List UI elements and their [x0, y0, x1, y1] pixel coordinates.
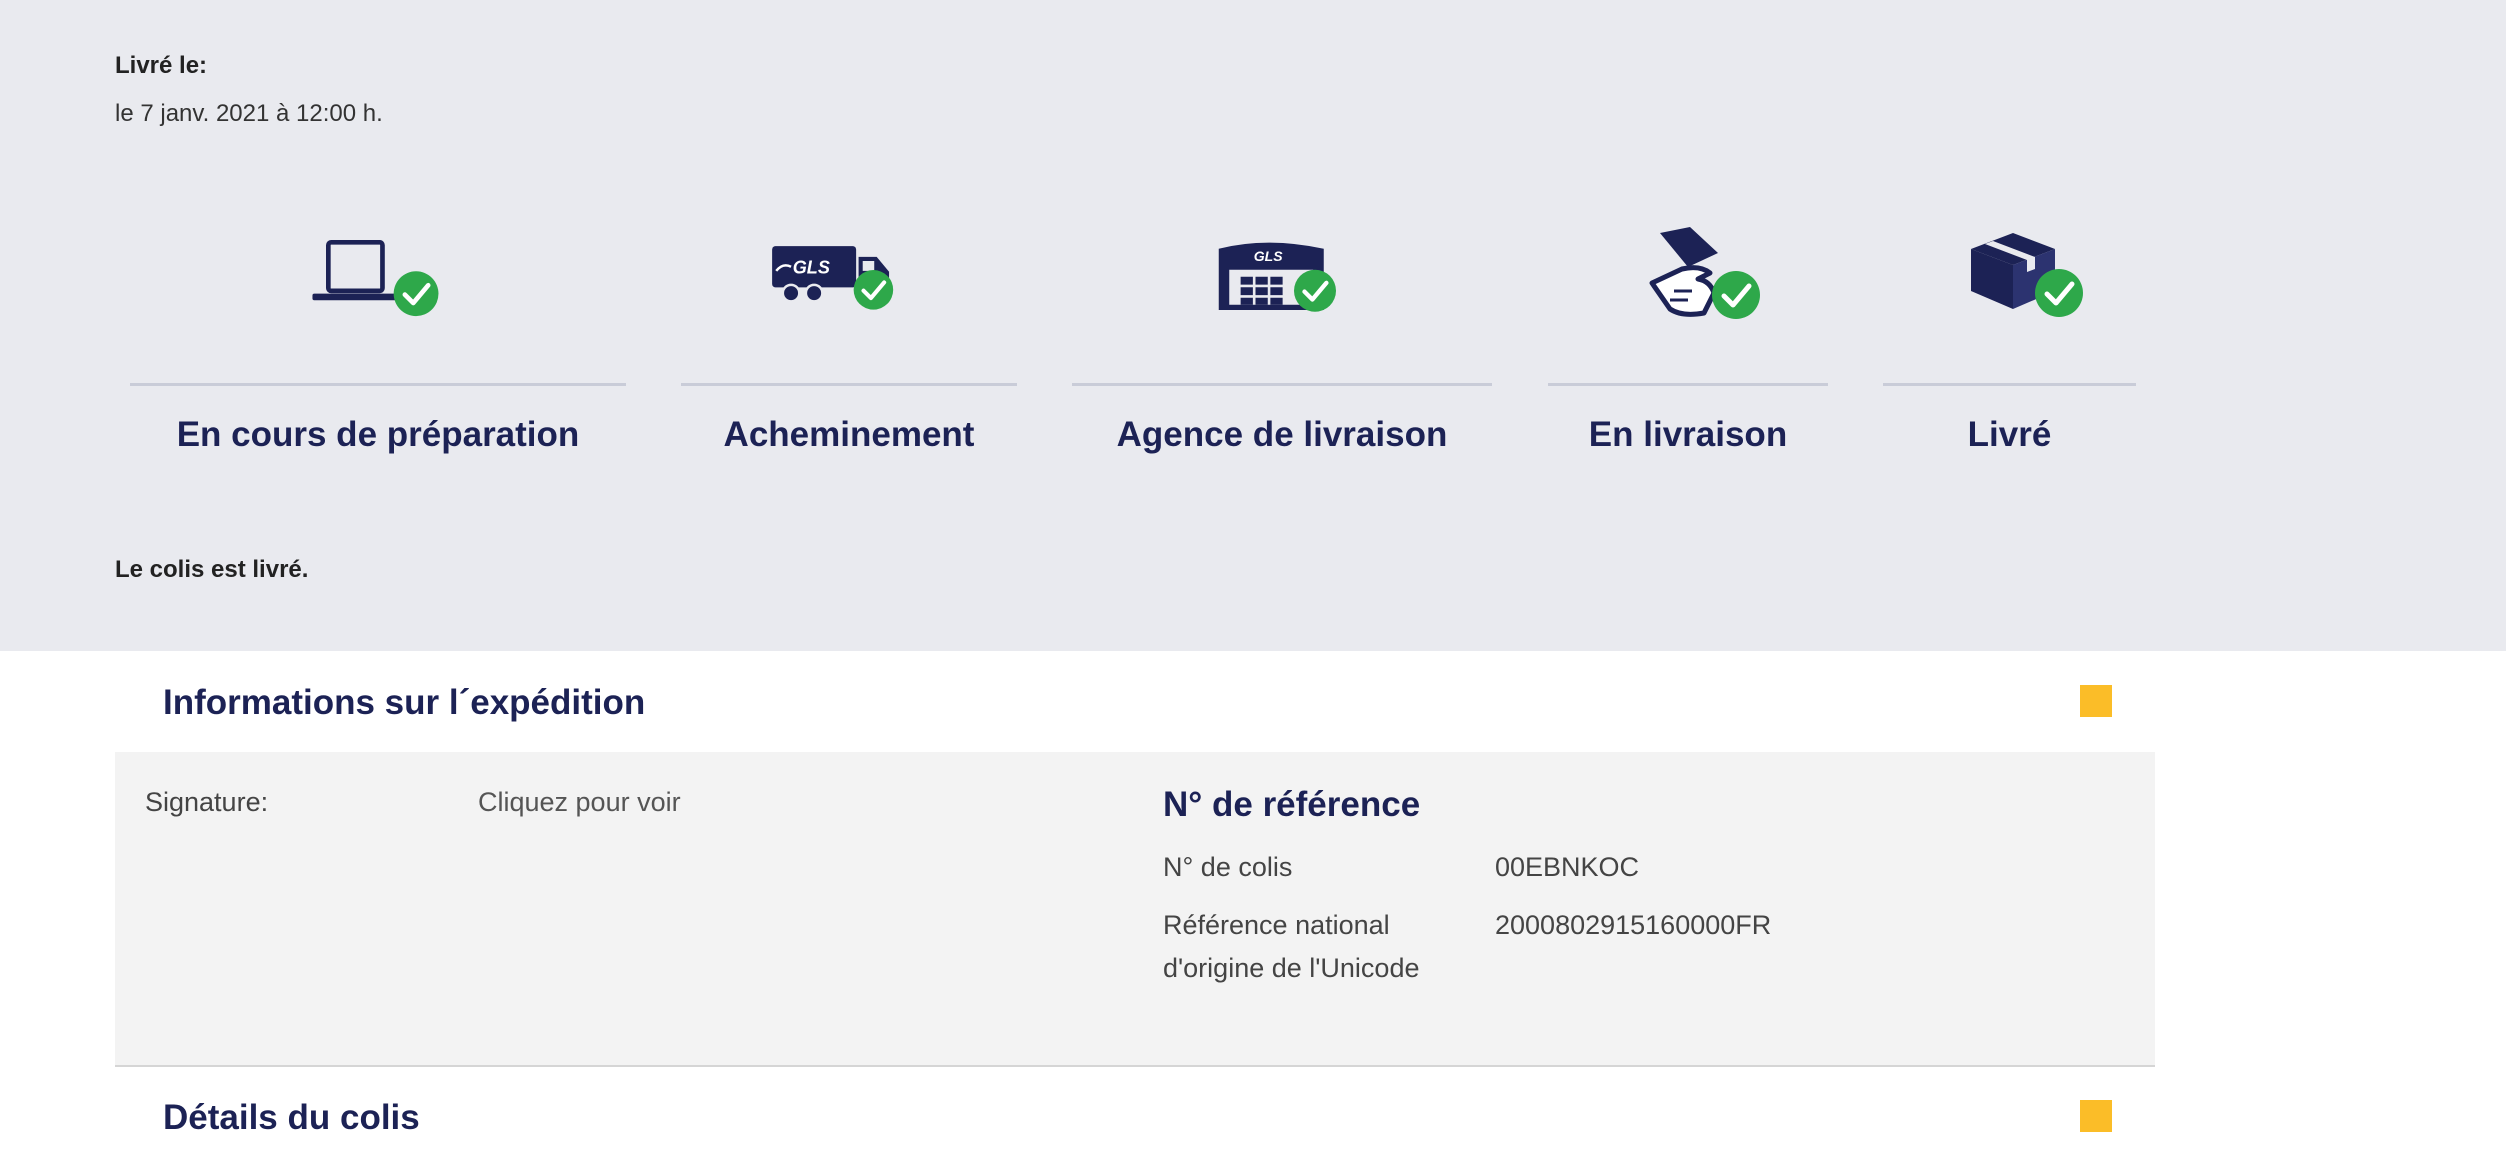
gls-depot-icon: GLS	[1218, 242, 1336, 312]
step-label: En cours de préparation	[176, 415, 580, 454]
delivered-date: le 7 janv. 2021 à 12:00 h.	[115, 100, 383, 127]
reference-title: N° de référence	[1163, 785, 1421, 824]
shipment-info-toggle[interactable]	[2080, 685, 2112, 717]
signature-label: Signature:	[145, 787, 269, 817]
shipment-info-panel	[115, 752, 2155, 1067]
step-label: En livraison	[1588, 415, 1788, 454]
check-icon	[1712, 271, 1760, 319]
check-icon	[393, 271, 439, 317]
package-icon	[1971, 233, 2083, 317]
national-ref-label-line2: d'origine de l'Unicode	[1163, 953, 1420, 983]
svg-text:GLS: GLS	[793, 257, 830, 277]
step-label: Agence de livraison	[1116, 415, 1448, 454]
parcel-details-toggle[interactable]	[2080, 1100, 2112, 1132]
svg-text:GLS: GLS	[1254, 248, 1283, 264]
step-line	[681, 383, 1017, 386]
status-message: Le colis est livré.	[115, 556, 309, 583]
step-label: Acheminement	[723, 415, 975, 454]
delivered-label: Livré le:	[115, 52, 208, 79]
laptop-icon	[312, 240, 439, 317]
step-line	[1072, 383, 1492, 386]
parcel-no-value: 00EBNKOC	[1495, 852, 1640, 882]
step-label: Livré	[1967, 415, 2052, 454]
delivery-status-panel: Livré le: le 7 janv. 2021 à 12:00 h. En …	[0, 0, 2506, 651]
step-line	[1548, 383, 1828, 386]
step-line	[1883, 383, 2136, 386]
national-ref-value: 2000802915160000FR	[1495, 910, 1772, 940]
parcel-no-label: N° de colis	[1163, 852, 1293, 882]
shipment-info-title[interactable]: Informations sur l´expédition	[163, 683, 645, 723]
national-ref-label: Référence national	[1163, 910, 1390, 940]
step-line	[130, 383, 626, 386]
parcel-details-title[interactable]: Détails du colis	[163, 1098, 420, 1138]
check-icon	[853, 270, 894, 310]
hand-delivery-icon	[1649, 227, 1760, 319]
check-icon	[1294, 269, 1336, 312]
signature-view-link[interactable]: Cliquez pour voir	[478, 787, 681, 818]
gls-truck-icon: GLS	[772, 246, 894, 310]
check-icon	[2035, 269, 2083, 317]
